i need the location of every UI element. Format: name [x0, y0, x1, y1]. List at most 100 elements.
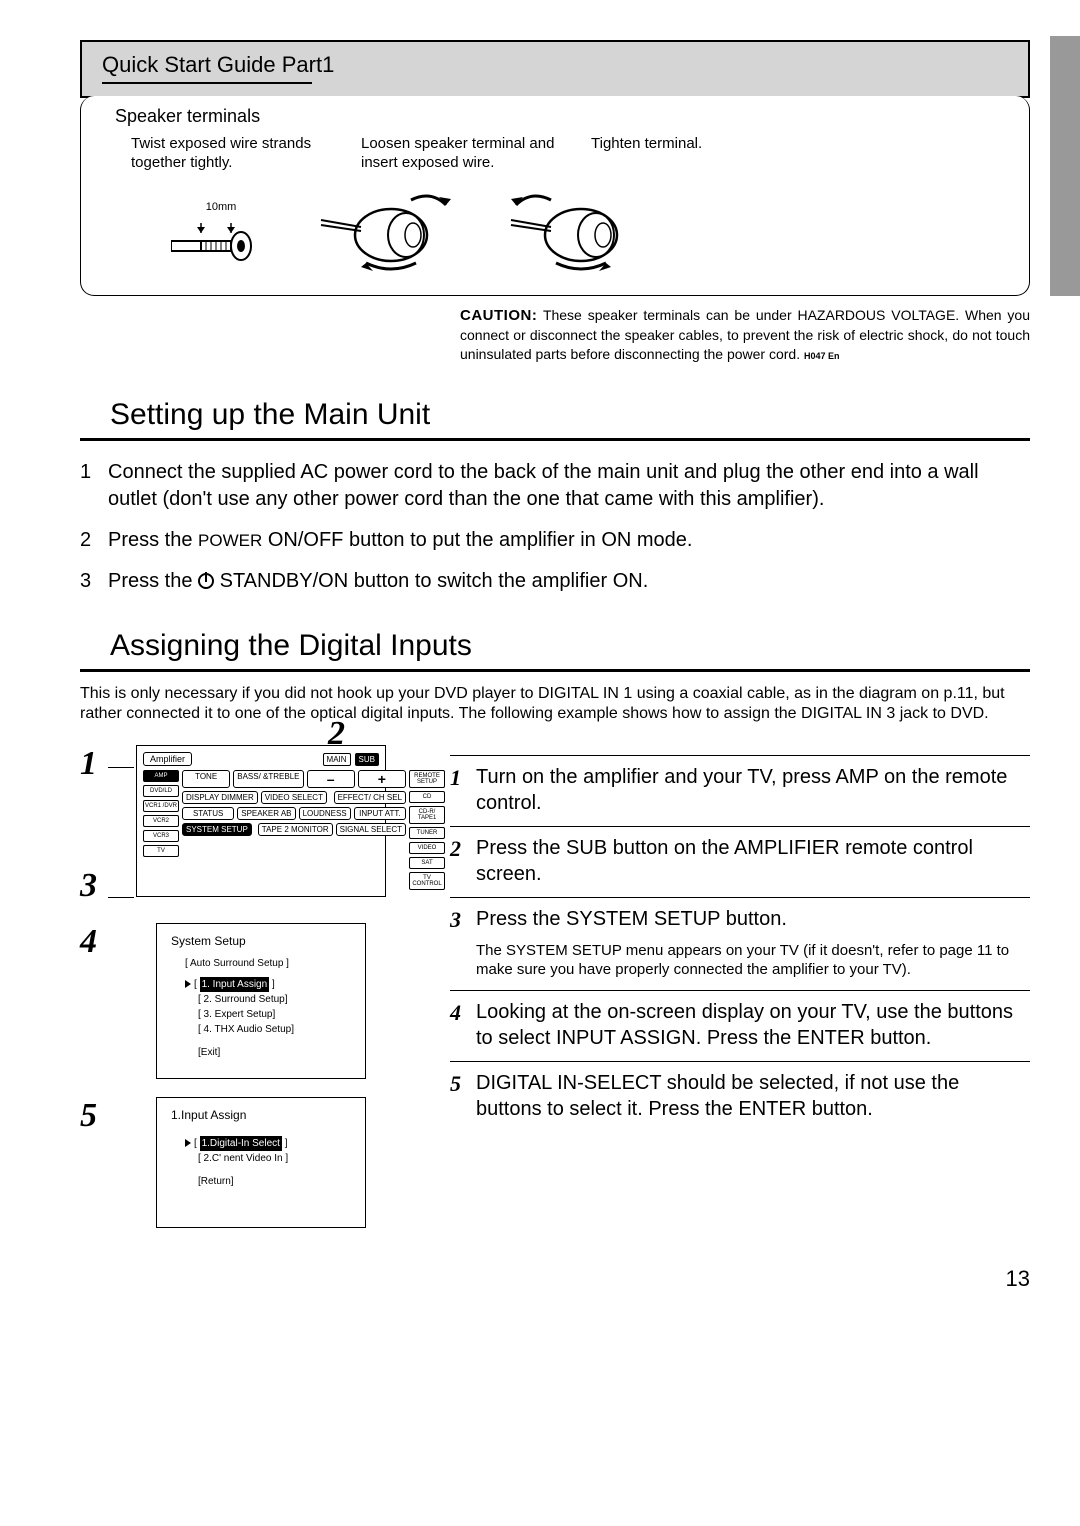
right-step-2: 2 Press the SUB button on the AMPLIFIER … [450, 835, 1030, 887]
main-button: MAIN [323, 753, 351, 766]
side-btn: REMOTE SETUP [409, 770, 445, 788]
osd-title: System Setup [171, 934, 351, 948]
btn: TONE [182, 770, 230, 788]
step-num: 3 [450, 906, 476, 935]
standby-icon [198, 573, 214, 589]
step-num: 4 [450, 999, 476, 1051]
caution-body: These speaker terminals can be under HAZ… [460, 307, 1030, 362]
btn: TAPE 2 MONITOR [258, 823, 333, 836]
measure-label: 10mm [206, 201, 237, 213]
wire-diagram: 10mm [171, 201, 271, 275]
step-num: 1 [450, 764, 476, 816]
osd-selected: 1. Input Assign [200, 977, 270, 992]
side-btn: SAT [409, 857, 445, 869]
callout-4: 4 [80, 923, 116, 961]
callout-3: 3 [80, 867, 116, 905]
osd-item: [ 1. Input Assign ] [185, 977, 351, 992]
callout-1: 1 [80, 745, 116, 783]
right-step-3: 3 Press the SYSTEM SETUP button. [450, 906, 1030, 935]
step-text: Press the SYSTEM SETUP button. [476, 906, 1030, 935]
connector-line [108, 767, 134, 768]
callout-5: 5 [80, 1097, 116, 1135]
side-btn: TUNER [409, 827, 445, 839]
side-btn: TV CONTROL [409, 872, 445, 890]
speaker-diagrams: 10mm [171, 185, 1009, 275]
divider [450, 990, 1030, 991]
triangle-icon [185, 1139, 191, 1147]
btn: DISPLAY DIMMER [182, 791, 258, 804]
left-column: 2 1 3 Amplifier MAIN SUB [80, 745, 420, 1246]
plus-btn: + [358, 770, 406, 788]
btn: STATUS [182, 807, 234, 820]
header-title: Quick Start Guide Part1 [102, 52, 1008, 78]
side-btn: CD [409, 791, 445, 803]
osd-item: [ 2. Surround Setup] [198, 992, 351, 1007]
connector-line [108, 897, 134, 898]
osd-system-setup: System Setup [ Auto Surround Setup ] [ 1… [156, 923, 366, 1079]
section-setup-title: Setting up the Main Unit [80, 398, 1030, 441]
side-btn: AMP [143, 770, 179, 782]
callout-row-1-3: 1 3 Amplifier MAIN SUB AMP DVD [80, 745, 420, 905]
right-column: 1 Turn on the amplifier and your TV, pre… [450, 745, 1030, 1246]
callout-row-5: 5 1.Input Assign [ 1.Digital-In Select ]… [80, 1097, 420, 1228]
side-btn: VIDEO [409, 842, 445, 854]
header-box: Quick Start Guide Part1 [80, 40, 1030, 98]
section-assign-title: Assigning the Digital Inputs [80, 629, 1030, 672]
right-step-5: 5 DIGITAL IN-SELECT should be selected, … [450, 1070, 1030, 1122]
side-btn: VCR2 [143, 815, 179, 827]
triangle-icon [185, 980, 191, 988]
speaker-col-1: Twist exposed wire strands together tigh… [131, 135, 331, 173]
system-setup-btn: SYSTEM SETUP [182, 823, 252, 836]
text: Press the [108, 570, 198, 592]
power-word: POWER [198, 531, 262, 550]
setup-steps: 1 Connect the supplied AC power cord to … [80, 459, 1030, 595]
btn: INPUT ATT. [354, 807, 406, 820]
side-btn: DVD/LD [143, 785, 179, 797]
osd-item: [ 1.Digital-In Select ] [185, 1136, 351, 1151]
osd-item: [ 2.C' nent Video In ] [198, 1151, 351, 1166]
osd-item: [ Auto Surround Setup ] [185, 956, 351, 971]
step-1: 1 Connect the supplied AC power cord to … [80, 459, 1030, 513]
two-column-layout: 2 1 3 Amplifier MAIN SUB [80, 745, 1030, 1246]
step-num: 2 [450, 835, 476, 887]
tighten-icon [501, 185, 651, 275]
right-step-1: 1 Turn on the amplifier and your TV, pre… [450, 764, 1030, 816]
btn: EFFECT/ CH SEL [334, 791, 406, 804]
osd-item: [ 4. THX Audio Setup] [198, 1022, 351, 1037]
step-3: 3 Press the STANDBY/ON button to switch … [80, 568, 1030, 595]
text: STANDBY/ON button to switch the amplifie… [214, 570, 648, 592]
step-num: 2 [80, 527, 108, 554]
osd-input-assign: 1.Input Assign [ 1.Digital-In Select ] [… [156, 1097, 366, 1228]
divider [450, 826, 1030, 827]
tighten-diagram [501, 185, 651, 275]
page: Quick Start Guide Part1 Speaker terminal… [0, 0, 1080, 1342]
page-tab-edge [1050, 36, 1080, 296]
header-underline [102, 82, 312, 84]
osd-return: [Return] [198, 1174, 351, 1189]
btn: SPEAKER AB [237, 807, 295, 820]
step-num: 1 [80, 459, 108, 513]
divider [450, 897, 1030, 898]
sub-button: SUB [355, 753, 379, 766]
btn: VIDEO SELECT [261, 791, 327, 804]
step-2: 2 Press the POWER ON/OFF button to put t… [80, 527, 1030, 554]
step-text: Press the POWER ON/OFF button to put the… [108, 527, 1030, 554]
side-btn: VCR3 [143, 830, 179, 842]
divider [450, 755, 1030, 756]
speaker-columns: Twist exposed wire strands together tigh… [131, 135, 1009, 173]
right-step-4: 4 Looking at the on-screen display on yo… [450, 999, 1030, 1051]
side-btn: CD-R/ TAPE1 [409, 806, 445, 824]
step-text: Press the SUB button on the AMPLIFIER re… [476, 835, 1030, 887]
btn: BASS/ &TREBLE [233, 770, 303, 788]
step-text: Connect the supplied AC power cord to th… [108, 459, 1030, 513]
assign-intro: This is only necessary if you did not ho… [80, 684, 1030, 726]
osd-item: [ 3. Expert Setup] [198, 1007, 351, 1022]
caution-text: CAUTION: These speaker terminals can be … [460, 306, 1030, 364]
side-btn: TV [143, 845, 179, 857]
divider [450, 1061, 1030, 1062]
osd-title: 1.Input Assign [171, 1108, 351, 1122]
speaker-terminals-box: Speaker terminals Twist exposed wire str… [80, 96, 1030, 296]
btn: LOUDNESS [299, 807, 351, 820]
text: Press the [108, 529, 198, 551]
callout-row-4: 4 System Setup [ Auto Surround Setup ] [… [80, 923, 420, 1079]
